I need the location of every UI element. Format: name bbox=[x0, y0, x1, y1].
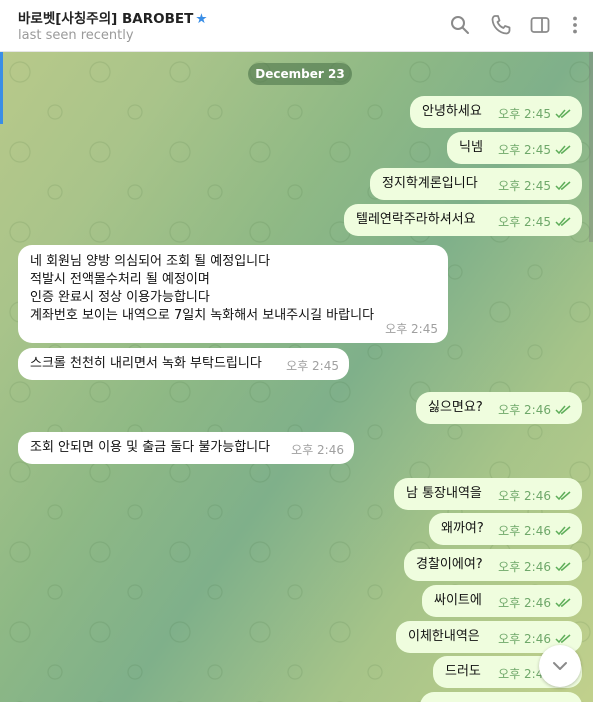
message-time: 오후 2:46 bbox=[291, 443, 344, 457]
double-check-icon bbox=[555, 145, 571, 155]
chat-header: 바로벳[사칭주의] BAROBET ★ last seen recently bbox=[0, 0, 593, 52]
message-outgoing-partial[interactable] bbox=[420, 692, 582, 702]
message-outgoing[interactable]: 싸이트에 오후 2:46 bbox=[422, 585, 582, 617]
message-time: 오후 2:45 bbox=[498, 143, 551, 157]
selection-indicator bbox=[0, 52, 3, 124]
chat-status: last seen recently bbox=[18, 28, 134, 43]
message-outgoing[interactable]: 남 통장내역을 오후 2:46 bbox=[394, 478, 582, 510]
message-incoming[interactable]: 네 회원님 양방 의심되어 조회 될 예정입니다 적발시 전액몰수처리 될 예정… bbox=[18, 245, 448, 343]
message-outgoing[interactable]: 텔레연락주라하셔서요 오후 2:45 bbox=[344, 204, 582, 236]
message-time: 오후 2:46 bbox=[498, 489, 551, 503]
message-text: 정지학계론입니다 bbox=[382, 176, 478, 191]
sidebar-toggle-icon[interactable] bbox=[528, 13, 552, 37]
message-time: 오후 2:45 bbox=[498, 107, 551, 121]
double-check-icon bbox=[555, 598, 571, 608]
scrollbar[interactable] bbox=[589, 52, 593, 242]
message-text: 경찰이에여? bbox=[416, 557, 483, 572]
message-text: 왜까여? bbox=[441, 521, 484, 536]
message-time: 오후 2:45 bbox=[385, 322, 438, 336]
message-outgoing[interactable]: 싫으면요? 오후 2:46 bbox=[416, 392, 582, 424]
message-text-block: 네 회원님 양방 의심되어 조회 될 예정입니다 적발시 전액몰수처리 될 예정… bbox=[30, 253, 374, 325]
message-incoming[interactable]: 조회 안되면 이용 및 출금 둘다 불가능합니다 오후 2:46 bbox=[18, 432, 354, 464]
double-check-icon bbox=[555, 634, 571, 644]
message-time: 오후 2:46 bbox=[498, 560, 551, 574]
date-separator: December 23 bbox=[248, 63, 352, 85]
message-text: 닉넴 bbox=[459, 140, 483, 155]
message-line: 계좌번호 보이는 내역으로 7일치 녹화해서 보내주시길 바랍니다 bbox=[30, 308, 375, 323]
chevron-down-icon bbox=[553, 662, 567, 670]
message-time: 오후 2:45 bbox=[286, 359, 339, 373]
message-text: 남 통장내역을 bbox=[406, 486, 482, 501]
chat-title-text: 바로벳[사칭주의] BAROBET bbox=[18, 11, 194, 27]
search-icon[interactable] bbox=[448, 13, 472, 37]
double-check-icon bbox=[555, 526, 571, 536]
message-incoming[interactable]: 스크롤 천천히 내리면서 녹화 부탁드립니다 오후 2:45 bbox=[18, 348, 349, 380]
message-outgoing[interactable]: 왜까여? 오후 2:46 bbox=[429, 513, 582, 545]
message-text: 싫으면요? bbox=[428, 400, 483, 415]
chat-title[interactable]: 바로벳[사칭주의] BAROBET ★ bbox=[18, 7, 207, 27]
message-time: 오후 2:46 bbox=[498, 596, 551, 610]
double-check-icon bbox=[555, 217, 571, 227]
double-check-icon bbox=[555, 109, 571, 119]
phone-icon[interactable] bbox=[489, 13, 513, 37]
scroll-to-bottom-button[interactable] bbox=[539, 645, 581, 687]
message-text: 안녕하세요 bbox=[422, 104, 482, 119]
message-line: 네 회원님 양방 의심되어 조회 될 예정입니다 bbox=[30, 254, 271, 269]
message-time: 오후 2:46 bbox=[498, 524, 551, 538]
message-line: 인증 완료시 정상 이용가능합니다 bbox=[30, 290, 210, 305]
message-text: 조회 안되면 이용 및 출금 둘다 불가능합니다 bbox=[30, 440, 271, 455]
message-outgoing[interactable]: 경찰이에여? 오후 2:46 bbox=[404, 549, 582, 581]
message-outgoing[interactable]: 안녕하세요 오후 2:45 bbox=[410, 96, 582, 128]
message-text: 텔레연락주라하셔서요 bbox=[356, 212, 476, 227]
message-text: 스크롤 천천히 내리면서 녹화 부탁드립니다 bbox=[30, 356, 262, 371]
star-icon: ★ bbox=[195, 11, 208, 27]
message-time: 오후 2:45 bbox=[498, 179, 551, 193]
message-text: 드러도 bbox=[445, 664, 481, 679]
message-text: 이체한내역은 bbox=[408, 629, 480, 644]
message-outgoing[interactable]: 닉넴 오후 2:45 bbox=[447, 132, 582, 164]
double-check-icon bbox=[555, 562, 571, 572]
double-check-icon bbox=[555, 491, 571, 501]
message-outgoing[interactable]: 정지학계론입니다 오후 2:45 bbox=[370, 168, 582, 200]
double-check-icon bbox=[555, 405, 571, 415]
message-list[interactable]: December 23 안녕하세요 오후 2:45 닉넴 오후 2:45 정지학… bbox=[0, 52, 593, 702]
message-text: 싸이트에 bbox=[434, 593, 482, 608]
message-time: 오후 2:45 bbox=[498, 215, 551, 229]
message-time: 오후 2:46 bbox=[498, 632, 551, 646]
message-line: 적발시 전액몰수처리 될 예정이며 bbox=[30, 272, 210, 287]
more-vertical-icon[interactable] bbox=[563, 13, 587, 37]
message-time: 오후 2:46 bbox=[498, 403, 551, 417]
double-check-icon bbox=[555, 181, 571, 191]
